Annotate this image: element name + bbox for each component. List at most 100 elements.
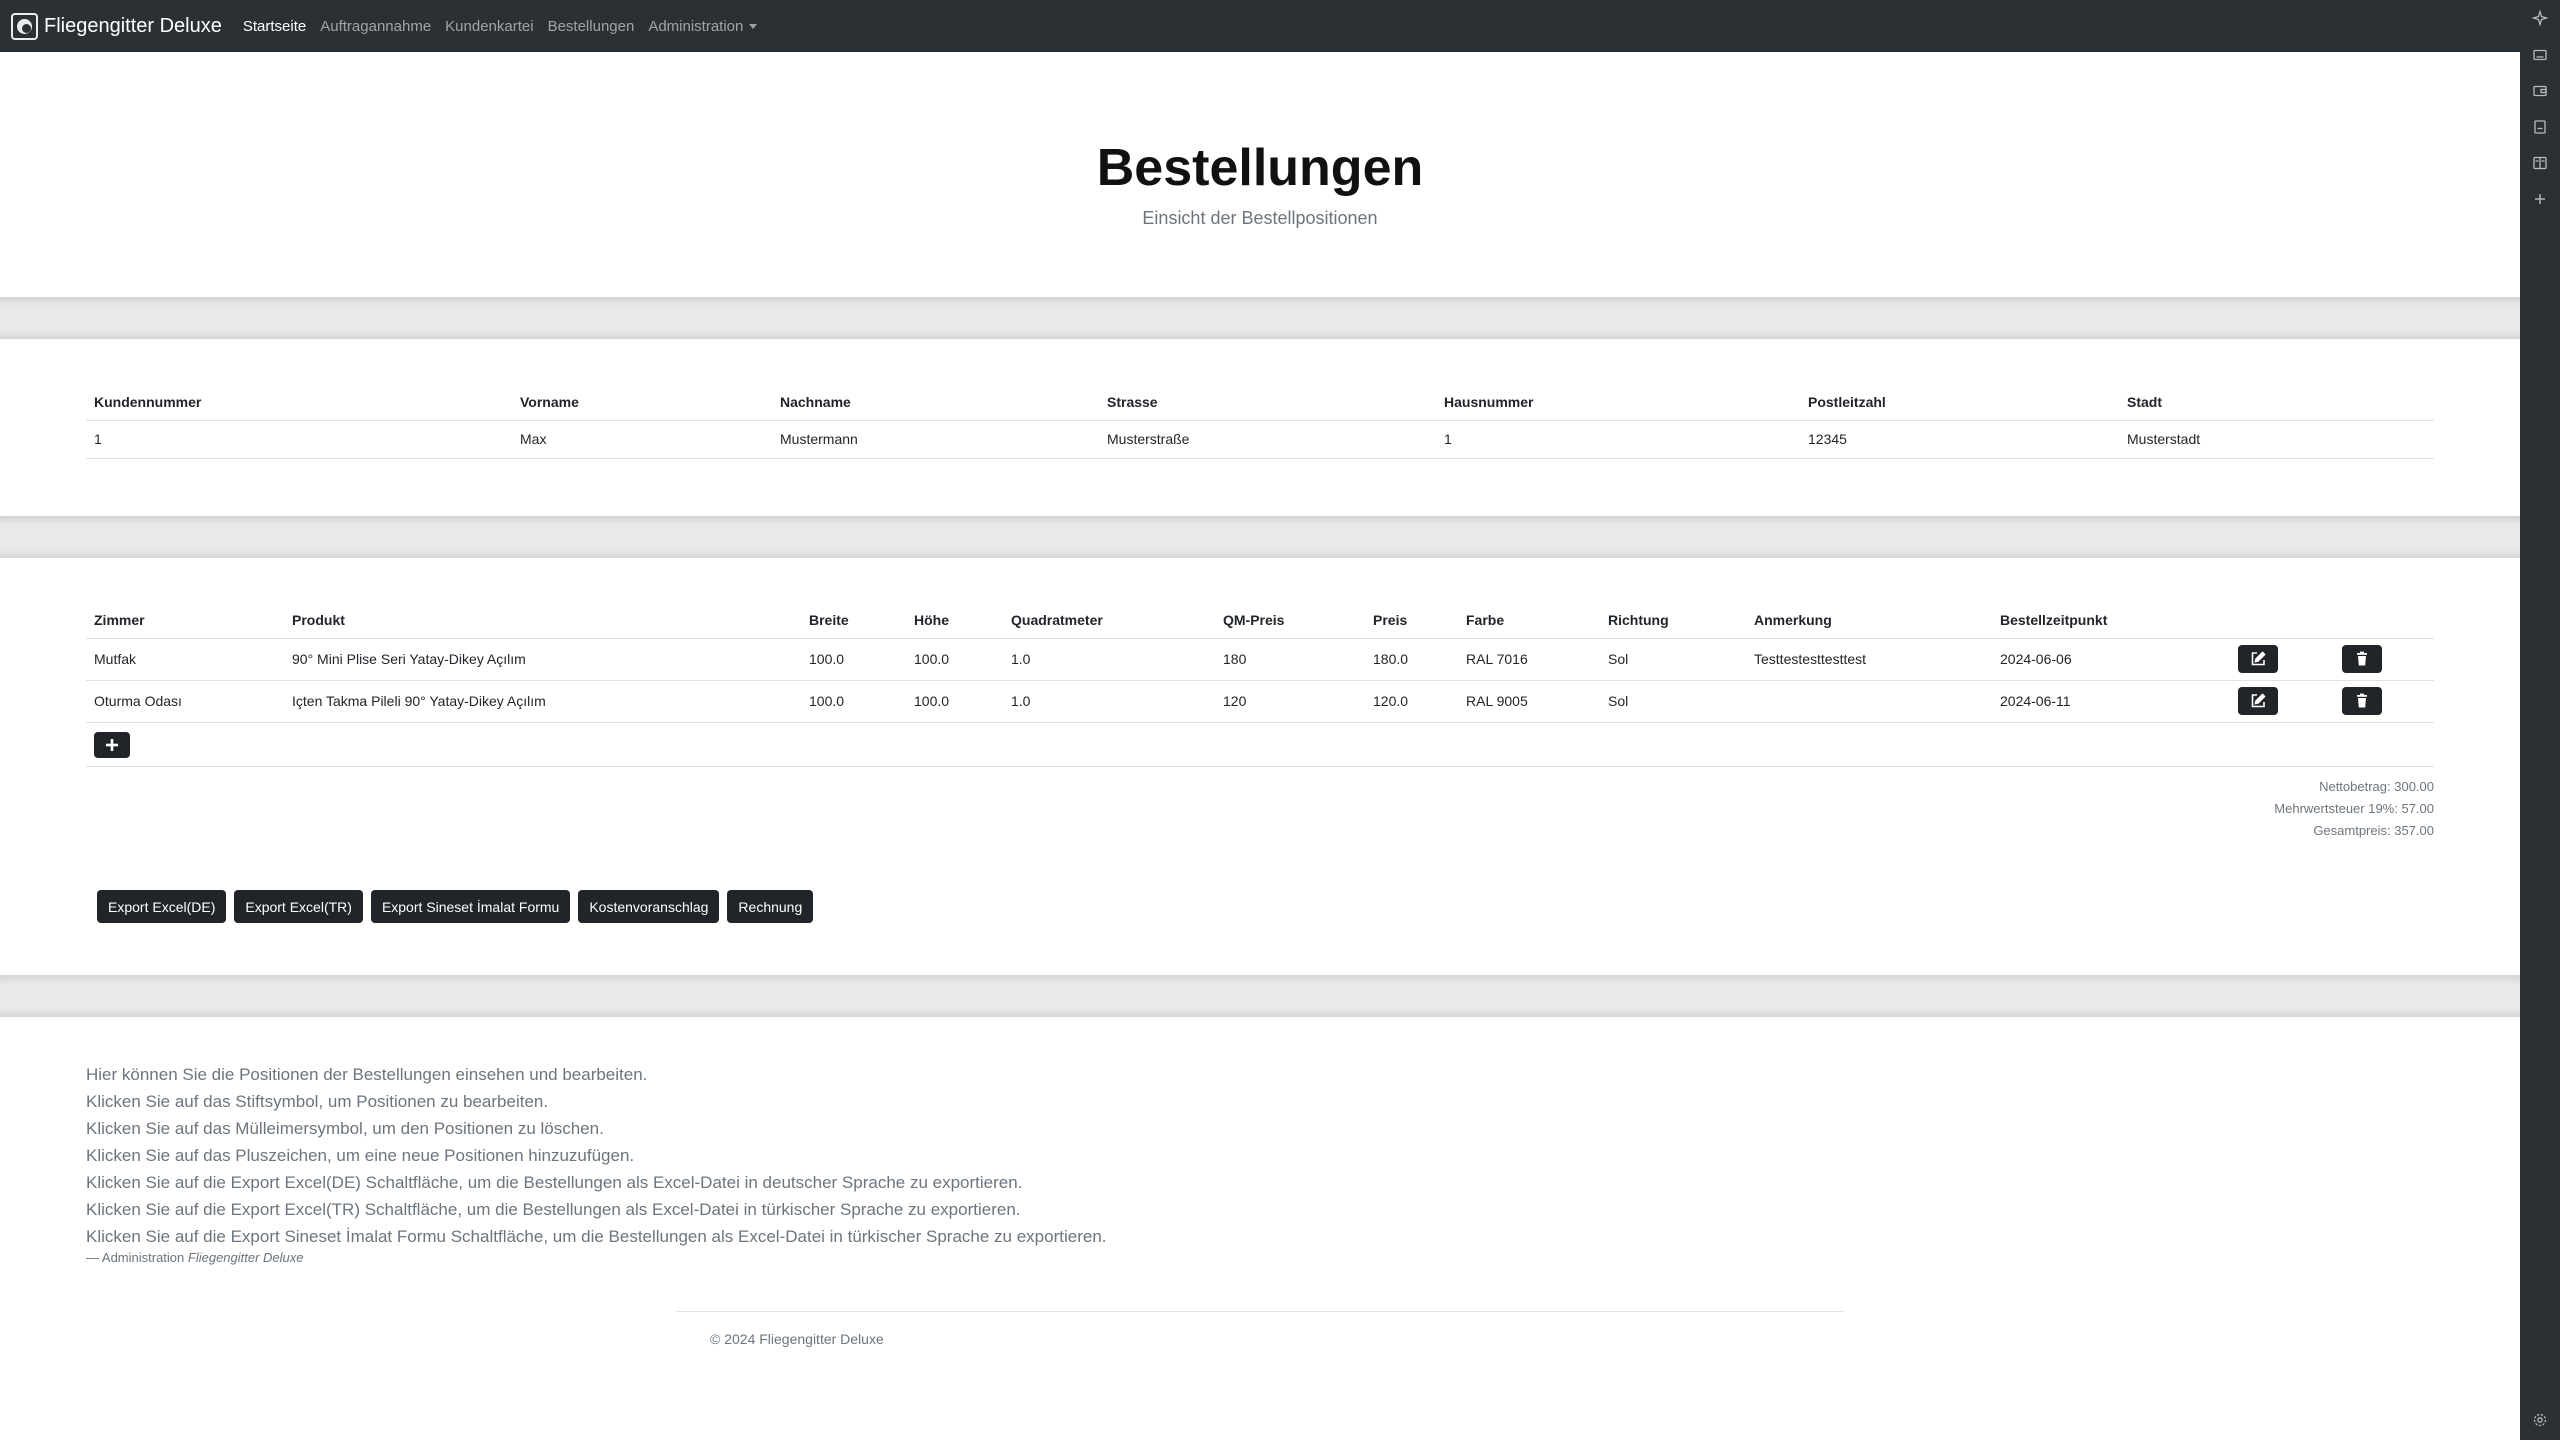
chevron-down-icon [749, 24, 758, 30]
column-header: QM-Preis [1215, 602, 1365, 639]
column-header: Farbe [1458, 602, 1600, 639]
clipboard-icon[interactable] [2532, 119, 2548, 135]
trash-icon [2357, 651, 2367, 666]
square-meter-cell: 1.0 [1003, 638, 1215, 681]
column-header: Preis [1365, 602, 1458, 639]
order-totals: Nettobetrag: 300.00 Mehrwertsteuer 19%: … [1900, 776, 2434, 842]
delete-cell [2334, 638, 2434, 681]
customer-house-number: 1 [1436, 420, 1800, 459]
height-cell: 100.0 [906, 680, 1003, 723]
edit-cell [2230, 680, 2334, 723]
nav-item-auftragannahme[interactable]: Auftragannahme [320, 18, 431, 35]
note-cell: Testtestesttesttest [1746, 638, 1992, 681]
signature-cite: Fliegengitter Deluxe [187, 1250, 304, 1265]
product-cell: Içten Takma Pileli 90° Yatay-Dikey Açılı… [284, 680, 801, 723]
column-header: Nachname [772, 384, 1099, 421]
room-cell: Oturma Odası [86, 680, 284, 723]
column-header: Postleitzahl [1800, 384, 2119, 421]
wallet-icon[interactable] [2532, 83, 2548, 99]
delete-cell [2334, 680, 2434, 723]
column-header: Richtung [1600, 602, 1746, 639]
nav-item-bestellungen[interactable]: Bestellungen [548, 18, 635, 35]
customer-last-name: Mustermann [772, 420, 1099, 459]
add-position-button[interactable] [94, 732, 130, 758]
customer-table-header: Kundennummer Vorname Nachname Strasse Ha… [86, 384, 2434, 421]
export-excel-de-button[interactable]: Export Excel(DE) [97, 890, 227, 923]
delete-position-button[interactable] [2342, 687, 2382, 715]
brand-logo-icon [11, 12, 38, 40]
row-divider [86, 766, 2434, 767]
edit-column-header [2230, 602, 2334, 639]
note-cell [1746, 680, 1992, 723]
help-line: Klicken Sie auf das Stiftsymbol, um Posi… [86, 1092, 549, 1111]
plus-icon[interactable] [2532, 191, 2548, 207]
export-excel-tr-button[interactable]: Export Excel(TR) [234, 890, 363, 923]
customer-postal-code: 12345 [1800, 420, 2119, 459]
delete-position-button[interactable] [2342, 645, 2382, 673]
customer-table: Kundennummer Vorname Nachname Strasse Ha… [86, 384, 2434, 459]
nav-item-administration-dropdown[interactable]: Administration [648, 18, 758, 35]
customer-first-name: Max [512, 420, 772, 459]
width-cell: 100.0 [801, 638, 906, 681]
page-subtitle: Einsicht der Bestellpositionen [1142, 208, 1378, 228]
help-text: Hier können Sie die Positionen der Beste… [86, 1061, 1107, 1250]
order-date-cell: 2024-06-06 [1992, 638, 2230, 681]
table-row: Oturma Odası Içten Takma Pileli 90° Yata… [86, 680, 2434, 723]
customer-city: Musterstadt [2119, 420, 2434, 459]
export-sineset-form-button[interactable]: Export Sineset İmalat Formu [370, 890, 571, 923]
positions-table: Zimmer Produkt Breite Höhe Quadratmeter … [86, 602, 2434, 723]
column-header: Strasse [1099, 384, 1436, 421]
help-line: Klicken Sie auf das Mülleimersymbol, um … [86, 1119, 604, 1138]
column-header: Vorname [512, 384, 772, 421]
column-header: Hausnummer [1436, 384, 1800, 421]
nav-item-startseite[interactable]: Startseite [243, 18, 306, 35]
help-line: Klicken Sie auf die Export Excel(TR) Sch… [86, 1200, 1021, 1219]
column-header: Anmerkung [1746, 602, 1992, 639]
price-cell: 180.0 [1365, 638, 1458, 681]
brand-link[interactable]: Fliegengitter Deluxe [11, 12, 222, 40]
top-navbar: Fliegengitter Deluxe Startseite Auftraga… [0, 0, 2520, 52]
column-header: Stadt [2119, 384, 2434, 421]
column-header: Bestellzeitpunkt [1992, 602, 2230, 639]
square-meter-cell: 1.0 [1003, 680, 1215, 723]
edit-position-button[interactable] [2238, 687, 2278, 715]
color-cell: RAL 9005 [1458, 680, 1600, 723]
nav-item-kundenkartei[interactable]: Kundenkartei [445, 18, 533, 35]
order-date-cell: 2024-06-11 [1992, 680, 2230, 723]
edit-cell [2230, 638, 2334, 681]
positions-table-header: Zimmer Produkt Breite Höhe Quadratmeter … [86, 602, 2434, 639]
help-line: Hier können Sie die Positionen der Beste… [86, 1065, 648, 1084]
delete-column-header [2334, 602, 2434, 639]
brand-name: Fliegengitter Deluxe [44, 14, 222, 37]
direction-cell: Sol [1600, 680, 1746, 723]
footer-copyright: © 2024 Fliegengitter Deluxe [710, 1331, 884, 1347]
invoice-button[interactable]: Rechnung [727, 890, 814, 923]
sqm-price-cell: 180 [1215, 638, 1365, 681]
gross-amount: Gesamtpreis: 357.00 [2313, 823, 2434, 838]
sparkle-icon[interactable] [2532, 10, 2548, 26]
section-divider [0, 297, 2520, 339]
height-cell: 100.0 [906, 638, 1003, 681]
customer-number: 1 [86, 420, 512, 459]
direction-cell: Sol [1600, 638, 1746, 681]
page-title: Bestellungen [1096, 139, 1424, 197]
column-header: Produkt [284, 602, 801, 639]
reading-list-icon[interactable] [2532, 155, 2548, 171]
help-signature: — Administration Fliegengitter Deluxe [86, 1250, 304, 1265]
width-cell: 100.0 [801, 680, 906, 723]
pencil-square-icon [2251, 693, 2266, 708]
gear-icon[interactable] [2532, 1412, 2548, 1428]
price-cell: 120.0 [1365, 680, 1458, 723]
edit-position-button[interactable] [2238, 645, 2278, 673]
product-cell: 90° Mini Plise Seri Yatay-Dikey Açılım [284, 638, 801, 681]
room-cell: Mutfak [86, 638, 284, 681]
table-row: 1 Max Mustermann Musterstraße 1 12345 Mu… [86, 420, 2434, 459]
cost-estimate-button[interactable]: Kostenvoranschlag [578, 890, 720, 923]
tablet-icon[interactable] [2532, 47, 2548, 63]
browser-side-panel [2520, 0, 2560, 1440]
column-header: Zimmer [86, 602, 284, 639]
signature-prefix: — Administration [86, 1250, 185, 1265]
table-row: Mutfak 90° Mini Plise Seri Yatay-Dikey A… [86, 638, 2434, 681]
column-header: Höhe [906, 602, 1003, 639]
column-header: Quadratmeter [1003, 602, 1215, 639]
